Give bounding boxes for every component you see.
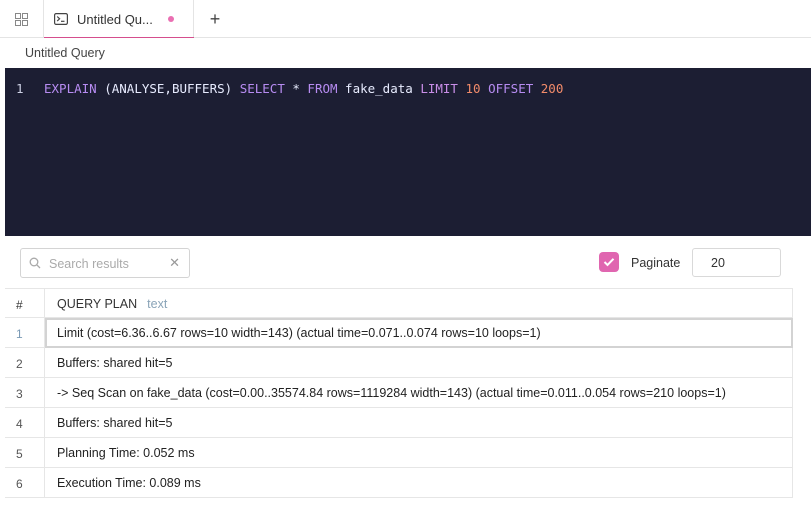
row-index: 2 [5, 348, 45, 378]
index-column-header: # [5, 289, 45, 319]
column-type: text [147, 297, 168, 311]
paginate-checkbox[interactable] [599, 252, 619, 272]
table-cell[interactable]: -> Seq Scan on fake_data (cost=0.00..355… [45, 378, 793, 408]
row-index: 5 [5, 438, 45, 468]
page-size-input[interactable] [692, 248, 781, 277]
sql-token: * [284, 81, 308, 96]
table-row[interactable]: 2 Buffers: shared hit=5 [5, 348, 793, 378]
sql-token: OFFSET [488, 81, 534, 96]
row-index: 4 [5, 408, 45, 438]
sql-token: (ANALYSE,BUFFERS) [104, 81, 233, 96]
table-cell[interactable]: Planning Time: 0.052 ms [45, 438, 793, 468]
search-box[interactable]: ✕ [20, 248, 190, 278]
grid-icon [15, 12, 28, 26]
query-plan-column-header[interactable]: QUERY PLAN text [45, 289, 793, 319]
grid-button[interactable] [0, 0, 44, 38]
sql-token: SELECT [239, 81, 285, 96]
breadcrumb: Untitled Query [0, 38, 811, 68]
sql-token: FROM [307, 81, 338, 96]
tab-label: Untitled Qu... [77, 11, 153, 27]
close-icon[interactable]: ✕ [169, 255, 180, 271]
table-row[interactable]: 3 -> Seq Scan on fake_data (cost=0.00..3… [5, 378, 793, 408]
search-input[interactable] [49, 254, 169, 273]
code-line[interactable]: EXPLAIN (ANALYSE,BUFFERS) SELECT * FROM … [44, 81, 563, 96]
new-tab-button[interactable]: + [203, 8, 227, 30]
row-index: 6 [5, 468, 45, 498]
sql-editor[interactable]: 1 EXPLAIN (ANALYSE,BUFFERS) SELECT * FRO… [5, 68, 811, 236]
tab-untitled-query[interactable]: Untitled Qu... [44, 0, 194, 39]
plus-icon: + [209, 9, 221, 29]
table-header: # QUERY PLAN text [5, 288, 793, 319]
table-cell[interactable]: Buffers: shared hit=5 [45, 348, 793, 378]
sql-token: EXPLAIN [44, 81, 97, 96]
unsaved-indicator [168, 16, 174, 22]
table-row[interactable]: 6 Execution Time: 0.089 ms [5, 468, 793, 498]
paginate-label: Paginate [631, 256, 681, 270]
results-table: # QUERY PLAN text 1 Limit (cost=6.36..6.6… [5, 288, 793, 498]
column-name: QUERY PLAN [57, 297, 138, 311]
row-index: 3 [5, 378, 45, 408]
sql-token: 200 [540, 81, 564, 96]
tab-bar: Untitled Qu... + [0, 0, 811, 39]
check-icon [603, 258, 615, 267]
sql-token: fake_data [337, 81, 421, 96]
table-cell[interactable]: Execution Time: 0.089 ms [45, 468, 793, 498]
table-row[interactable]: 4 Buffers: shared hit=5 [5, 408, 793, 438]
table-cell[interactable]: Limit (cost=6.36..6.67 rows=10 width=143… [45, 318, 793, 348]
table-row[interactable]: 1 Limit (cost=6.36..6.67 rows=10 width=1… [5, 318, 793, 348]
line-number: 1 [16, 81, 24, 96]
sql-token: 10 [465, 81, 481, 96]
search-icon [29, 257, 41, 269]
table-cell[interactable]: Buffers: shared hit=5 [45, 408, 793, 438]
results-toolbar: ✕ Paginate [5, 236, 811, 288]
row-index: 1 [5, 318, 45, 348]
sql-token: LIMIT [420, 81, 458, 96]
terminal-icon [54, 13, 68, 25]
query-title: Untitled Query [25, 46, 105, 60]
table-row[interactable]: 5 Planning Time: 0.052 ms [5, 438, 793, 468]
